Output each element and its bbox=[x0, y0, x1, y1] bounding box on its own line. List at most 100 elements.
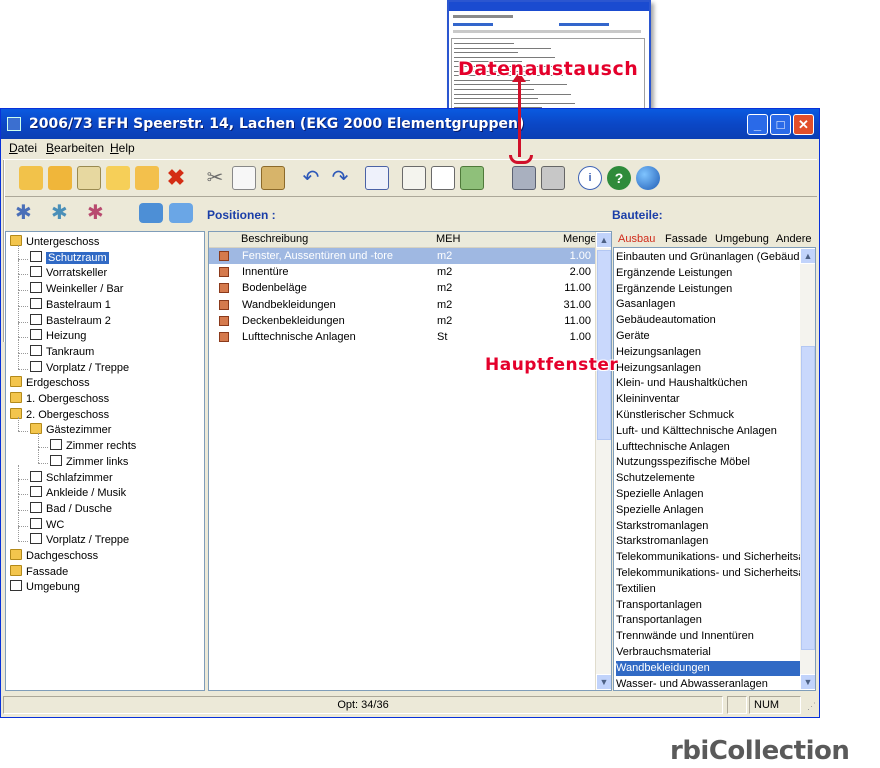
info-icon[interactable]: i bbox=[578, 166, 602, 190]
table-row[interactable]: Deckenbekleidungen m2 11.00 bbox=[209, 313, 595, 329]
table-row[interactable]: Fenster, Aussentüren und -tore m2 1.00 bbox=[209, 248, 595, 264]
tree-node[interactable]: Vorratskeller bbox=[30, 266, 107, 281]
close-button[interactable]: ✕ bbox=[793, 114, 814, 135]
tab-fassade[interactable]: Fassade bbox=[665, 233, 707, 245]
menu-bearbeiten[interactable]: Bearbeiten bbox=[46, 141, 104, 155]
folder-move-icon[interactable] bbox=[135, 166, 159, 190]
tree-node[interactable]: Zimmer rechts bbox=[50, 439, 136, 454]
list-view-icon[interactable] bbox=[402, 166, 426, 190]
folder-icon[interactable] bbox=[106, 166, 130, 190]
add-child-node-icon[interactable]: ✱ bbox=[51, 203, 75, 223]
menu-datei[interactable]: Datei bbox=[9, 141, 37, 155]
scroll-thumb[interactable] bbox=[597, 250, 611, 440]
list-item[interactable]: Starkstromanlagen bbox=[616, 519, 800, 534]
tree-node[interactable]: Bastelraum 1 bbox=[30, 297, 111, 313]
tree-node[interactable]: Untergeschoss bbox=[10, 235, 99, 250]
copy-icon[interactable] bbox=[232, 166, 256, 190]
positions-scrollbar[interactable]: ▲ ▼ bbox=[595, 232, 611, 690]
tree-node[interactable]: Ankleide / Musik bbox=[30, 486, 126, 501]
tree-node[interactable]: Heizung bbox=[30, 329, 86, 344]
list-item[interactable]: Nutzungsspezifische Möbel bbox=[616, 455, 800, 470]
table-row[interactable]: Lufttechnische Anlagen St 1.00 bbox=[209, 329, 595, 345]
tree-node[interactable]: Zimmer links bbox=[50, 454, 128, 470]
list-item[interactable]: Transportanlagen bbox=[616, 598, 800, 613]
delete-icon[interactable]: ✖ bbox=[164, 166, 188, 190]
list-item[interactable]: Telekommunikations- und Sicherheitsa bbox=[616, 550, 800, 565]
scroll-down-button[interactable]: ▼ bbox=[800, 674, 815, 690]
remove-node-icon[interactable]: ✱ bbox=[87, 203, 111, 223]
column-header-beschreibung[interactable]: Beschreibung bbox=[241, 233, 308, 245]
table-row[interactable]: Innentüre m2 2.00 bbox=[209, 264, 595, 280]
database-save-icon[interactable] bbox=[169, 203, 193, 223]
tree-node[interactable]: 1. Obergeschoss bbox=[10, 392, 109, 407]
list-item[interactable]: Wasser- und Abwasseranlagen bbox=[616, 677, 800, 690]
list-item[interactable]: Luft- und Kälttechnische Anlagen bbox=[616, 424, 800, 439]
undo-icon[interactable]: ↶ bbox=[299, 166, 323, 190]
list-item[interactable]: Kleininventar bbox=[616, 392, 800, 407]
tree-node[interactable]: Dachgeschoss bbox=[10, 549, 98, 564]
tree-node[interactable]: Erdgeschoss bbox=[10, 376, 90, 391]
tree-node[interactable]: Schutzraum bbox=[30, 250, 109, 266]
list-item[interactable]: Gebäudeautomation bbox=[616, 313, 800, 328]
bauteile-scrollbar[interactable]: ▲ ▼ bbox=[800, 248, 815, 690]
table-row[interactable]: Wandbekleidungen m2 31.00 bbox=[209, 297, 595, 313]
tree-node[interactable]: Gästezimmer bbox=[30, 423, 111, 438]
menu-help[interactable]: Help bbox=[110, 141, 135, 155]
tree-node[interactable]: Fassade bbox=[10, 564, 68, 580]
tree-node[interactable]: WC bbox=[30, 517, 64, 533]
list-item[interactable]: Einbauten und Grünanlagen (Gebäude bbox=[616, 250, 800, 265]
tree-node[interactable]: Vorplatz / Treppe bbox=[30, 533, 129, 548]
insert-node-icon[interactable]: ✱ bbox=[15, 203, 39, 223]
help-icon[interactable]: ? bbox=[607, 166, 631, 190]
list-item[interactable]: Ergänzende Leistungen bbox=[616, 282, 800, 297]
tree-node[interactable]: Tankraum bbox=[30, 344, 94, 360]
list-item[interactable]: Geräte bbox=[616, 329, 800, 344]
cut-icon[interactable]: ✂ bbox=[203, 166, 227, 190]
list-item[interactable]: Verbrauchsmaterial bbox=[616, 645, 800, 660]
database-icon[interactable] bbox=[139, 203, 163, 223]
edit-form-icon[interactable] bbox=[365, 166, 389, 190]
list-item[interactable]: Spezielle Anlagen bbox=[616, 503, 800, 518]
print-icon[interactable] bbox=[541, 166, 565, 190]
tree-node[interactable]: Vorplatz / Treppe bbox=[30, 360, 129, 376]
tree-node[interactable]: 2. Obergeschoss bbox=[10, 407, 109, 423]
scroll-up-button[interactable]: ▲ bbox=[800, 248, 815, 264]
data-exchange-icon[interactable] bbox=[512, 166, 536, 190]
tab-andere[interactable]: Andere bbox=[776, 233, 811, 245]
list-item[interactable]: Lufttechnische Anlagen bbox=[616, 440, 800, 455]
list-item[interactable]: Schutzelemente bbox=[616, 471, 800, 486]
tree-node[interactable]: Schlafzimmer bbox=[30, 470, 113, 486]
list-item[interactable]: Gasanlagen bbox=[616, 297, 800, 312]
tab-ausbau[interactable]: Ausbau bbox=[618, 233, 655, 245]
column-header-menge[interactable]: Menge bbox=[563, 233, 597, 245]
list-item[interactable]: Klein- und Haushaltküchen bbox=[616, 376, 800, 391]
column-header-meh[interactable]: MEH bbox=[436, 233, 460, 245]
maximize-button[interactable]: □ bbox=[770, 114, 791, 135]
title-bar[interactable]: 2006/73 EFH Speerstr. 14, Lachen (EKG 20… bbox=[1, 109, 819, 139]
tree-node[interactable]: Bastelraum 2 bbox=[30, 313, 111, 329]
redo-icon[interactable]: ↷ bbox=[328, 166, 352, 190]
tab-umgebung[interactable]: Umgebung bbox=[715, 233, 769, 245]
paste-icon[interactable] bbox=[261, 166, 285, 190]
list-item[interactable]: Textilien bbox=[616, 582, 800, 597]
scroll-down-button[interactable]: ▼ bbox=[596, 674, 611, 690]
new-folder-icon[interactable] bbox=[19, 166, 43, 190]
list-item[interactable]: Spezielle Anlagen bbox=[616, 487, 800, 502]
minimize-button[interactable]: _ bbox=[747, 114, 768, 135]
table-row[interactable]: Bodenbeläge m2 11.00 bbox=[209, 280, 595, 296]
tree-node[interactable]: Weinkeller / Bar bbox=[30, 282, 123, 297]
edit-note-icon[interactable] bbox=[77, 166, 101, 190]
tree-node[interactable]: Bad / Dusche bbox=[30, 501, 112, 517]
list-item[interactable]: Starkstromanlagen bbox=[616, 534, 800, 549]
scroll-up-button[interactable]: ▲ bbox=[596, 232, 611, 248]
list-item[interactable]: Telekommunikations- und Sicherheitsa bbox=[616, 566, 800, 581]
list-item[interactable]: Heizungsanlagen bbox=[616, 345, 800, 360]
list-item[interactable]: Wandbekleidungen bbox=[616, 660, 800, 676]
list-item[interactable]: Transportanlagen bbox=[616, 613, 800, 628]
list-item[interactable]: Ergänzende Leistungen bbox=[616, 266, 800, 281]
list-item[interactable]: Heizungsanlagen bbox=[616, 361, 800, 376]
room-tree[interactable]: Untergeschoss Schutzraum Vorratskeller Wein… bbox=[5, 231, 205, 691]
open-folder-icon[interactable] bbox=[48, 166, 72, 190]
tree-node[interactable]: Umgebung bbox=[10, 580, 80, 595]
image-icon[interactable] bbox=[460, 166, 484, 190]
